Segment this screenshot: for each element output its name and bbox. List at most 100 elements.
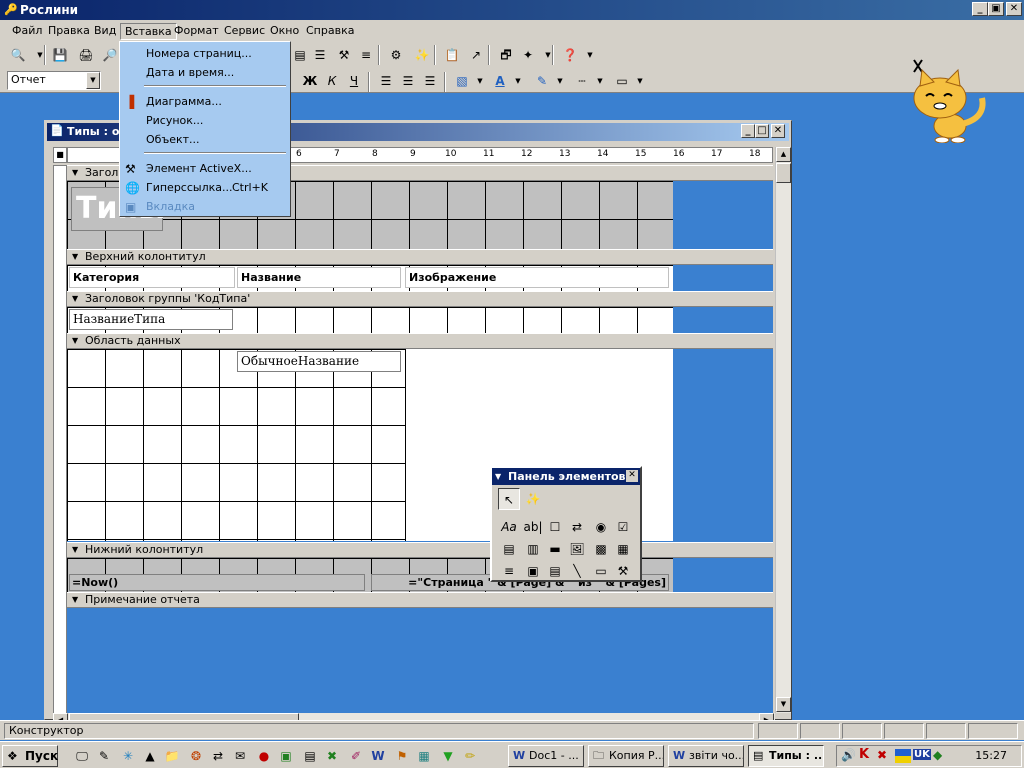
maximize-button[interactable]: ▣ [988, 2, 1004, 16]
sorting-grouping-icon[interactable]: ≡ [356, 45, 376, 65]
show-desktop-icon[interactable]: 🖵 [74, 748, 90, 764]
menu-help[interactable]: Справка [302, 23, 358, 40]
section-page-header[interactable]: Верхний колонтитул [67, 249, 773, 265]
type-name-field[interactable]: НазваниеТипа [69, 309, 233, 330]
menu-item-chart[interactable]: ▐ Диаграмма... [122, 93, 288, 111]
fill-color-dropdown-icon[interactable]: ▼ [470, 71, 490, 91]
special-effect-icon[interactable]: ▭ [612, 71, 632, 91]
menu-item-page-numbers[interactable]: Номера страниц... [122, 45, 288, 63]
font-color-dropdown-icon[interactable]: ▼ [508, 71, 528, 91]
print-preview-icon[interactable]: 🔎 [100, 45, 120, 65]
subform-icon[interactable]: ▤ [544, 560, 566, 582]
list-box-icon[interactable]: ▥ [522, 538, 544, 560]
office-assistant-cat[interactable] [900, 58, 990, 143]
line-tool-icon[interactable]: ╲ [566, 560, 588, 582]
image-label[interactable]: Изображение [405, 267, 669, 288]
toolbox-titlebar[interactable]: ▼ Панель элементов ✕ [492, 468, 640, 485]
vertical-scrollbar[interactable]: ▲ ▼ [775, 147, 791, 713]
quicklaunch-icon[interactable]: ▣ [278, 748, 294, 764]
category-label[interactable]: Категория [69, 267, 235, 288]
keyboard-layout-icon[interactable]: K [859, 747, 869, 762]
section-report-footer[interactable]: Примечание отчета [67, 592, 773, 608]
properties-sheet-icon[interactable]: 📋 [442, 45, 462, 65]
section-detail[interactable]: Область данных [67, 333, 773, 349]
menu-item-object[interactable]: Объект... [122, 131, 288, 149]
taskbar-button-doc1[interactable]: W Doc1 - ... [508, 745, 584, 767]
taskbar-button-reports[interactable]: W звіти чо... [668, 745, 744, 767]
section-group-header[interactable]: Заголовок группы 'КодТипа' [67, 291, 773, 307]
quicklaunch-icon[interactable]: ▼ [440, 748, 456, 764]
checkbox-icon[interactable]: ☑ [612, 516, 634, 538]
rectangle-tool-icon[interactable]: ▭ [590, 560, 612, 582]
menu-format[interactable]: Формат [170, 23, 223, 40]
start-button[interactable]: ❖ Пуск [2, 745, 58, 767]
toolbox-close-icon[interactable]: ✕ [626, 470, 638, 482]
taskbar-button-types[interactable]: ▤ Типы : ... [748, 745, 824, 767]
tab-control-icon[interactable]: ▣ [522, 560, 544, 582]
object-select[interactable]: Отчет ▼ [7, 71, 101, 90]
italic-icon[interactable]: К [322, 71, 342, 91]
textbox-tool-icon[interactable]: ab| [522, 516, 544, 538]
new-object-icon[interactable]: ✦ [518, 45, 538, 65]
control-wizards-icon[interactable]: ✨ [522, 488, 544, 510]
menu-item-picture[interactable]: Рисунок... [122, 112, 288, 130]
label-tool-icon[interactable]: Aa [498, 516, 520, 538]
new-object-dropdown-icon[interactable]: ▼ [538, 45, 558, 65]
option-group-icon[interactable]: ☐ [544, 516, 566, 538]
minimize-button[interactable]: _ [972, 2, 988, 16]
option-button-icon[interactable]: ◉ [590, 516, 612, 538]
view-dropdown-icon[interactable]: ▼ [30, 45, 50, 65]
excel-icon[interactable]: ✖ [324, 748, 340, 764]
bound-object-icon[interactable]: ▦ [612, 538, 634, 560]
name-label[interactable]: Название [237, 267, 401, 288]
save-icon[interactable]: 💾 [50, 45, 70, 65]
scroll-up-icon[interactable]: ▲ [776, 147, 791, 162]
toolbox-icon[interactable]: ⚒ [334, 45, 354, 65]
word-icon[interactable]: W [370, 748, 386, 764]
shield-icon[interactable]: ◆ [933, 748, 942, 762]
quicklaunch-icon[interactable]: ● [256, 748, 272, 764]
toggle-button-icon[interactable]: ⇄ [566, 516, 588, 538]
help-dropdown-icon[interactable]: ▼ [580, 45, 600, 65]
tray-icon[interactable]: ✖ [877, 748, 887, 762]
report-maximize-button[interactable]: □ [755, 124, 769, 138]
quicklaunch-icon[interactable]: ▦ [416, 748, 432, 764]
quicklaunch-icon[interactable]: ✳ [120, 748, 136, 764]
database-window-icon[interactable]: 🗗 [496, 45, 516, 65]
common-name-field[interactable]: ОбычноеНазвание [237, 351, 401, 372]
section-page-footer[interactable]: Нижний колонтитул [67, 542, 773, 558]
properties-icon[interactable]: ☰ [310, 45, 330, 65]
underline-icon[interactable]: Ч [344, 71, 364, 91]
more-controls-icon[interactable]: ⚒ [612, 560, 634, 582]
quicklaunch-icon[interactable]: ✉ [232, 748, 248, 764]
close-button[interactable]: ✕ [1006, 2, 1022, 16]
menu-item-hyperlink[interactable]: 🌐 Гиперссылка... Ctrl+K [122, 179, 288, 197]
menu-item-date-time[interactable]: Дата и время... [122, 64, 288, 82]
scroll-thumb[interactable] [776, 163, 791, 183]
build-icon[interactable]: ⚙ [386, 45, 406, 65]
image-tool-icon[interactable]: 🖼 [566, 538, 588, 560]
menu-window[interactable]: Окно [266, 23, 303, 40]
menu-tools[interactable]: Сервис [220, 23, 269, 40]
volume-icon[interactable]: 🔊 [841, 748, 856, 762]
code-icon[interactable]: ✨ [412, 45, 432, 65]
now-field[interactable]: =Now() [69, 574, 365, 591]
quicklaunch-icon[interactable]: ▲ [142, 748, 158, 764]
bold-icon[interactable]: Ж [300, 71, 320, 91]
ukraine-flag-icon[interactable] [895, 749, 911, 763]
scroll-down-icon[interactable]: ▼ [776, 697, 791, 712]
page-break-icon[interactable]: ≡ [498, 560, 520, 582]
report-close-button[interactable]: ✕ [771, 124, 785, 138]
taskbar-button-copy[interactable]: 🗀 Копия Р... [588, 745, 664, 767]
field-list-icon[interactable]: ▤ [290, 45, 310, 65]
menu-item-activex[interactable]: ⚒ Элемент ActiveX... [122, 160, 288, 178]
select-objects-icon[interactable]: ↖ [498, 488, 520, 510]
align-center-icon[interactable]: ☰ [398, 71, 418, 91]
toolbox-menu-icon[interactable]: ▼ [495, 468, 501, 485]
font-color-icon[interactable]: A [490, 71, 510, 91]
fill-color-icon[interactable]: ▧ [452, 71, 472, 91]
special-effect-dropdown-icon[interactable]: ▼ [630, 71, 650, 91]
menu-view[interactable]: Вид [90, 23, 120, 40]
print-icon[interactable]: 🖨 [76, 45, 96, 65]
quicklaunch-icon[interactable]: ❂ [188, 748, 204, 764]
